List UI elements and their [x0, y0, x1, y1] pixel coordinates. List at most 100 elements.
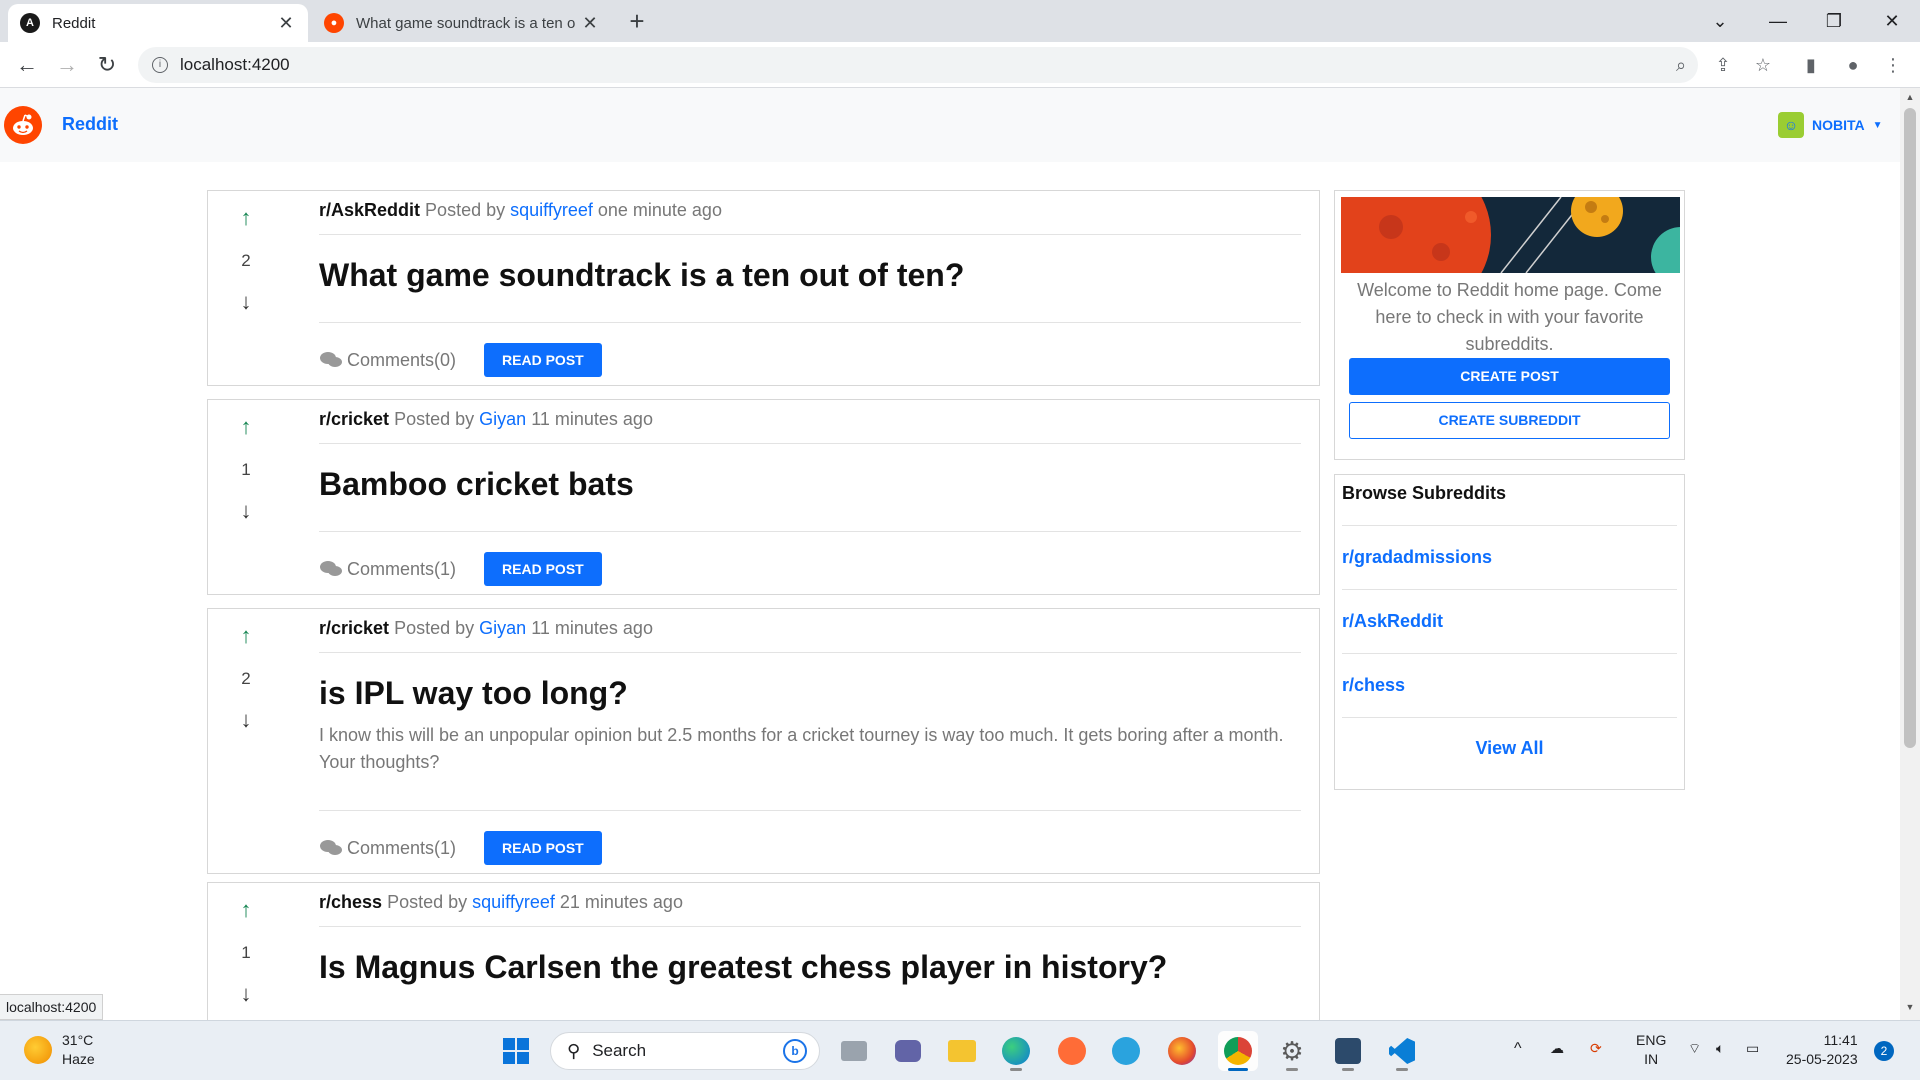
- snipping-tool-icon[interactable]: [1328, 1031, 1368, 1071]
- sync-icon[interactable]: ⟳: [1590, 1039, 1602, 1058]
- telegram-icon[interactable]: [1106, 1031, 1146, 1071]
- notification-badge[interactable]: 2: [1874, 1041, 1894, 1061]
- browse-subreddits-card: Browse Subreddits r/gradadmissions r/Ask…: [1334, 474, 1685, 790]
- close-tab-icon[interactable]: ✕: [580, 13, 600, 34]
- weather-widget[interactable]: 31°C Haze: [24, 1031, 95, 1069]
- post-author[interactable]: squiffyreef: [510, 200, 593, 220]
- scroll-down-icon[interactable]: ▼: [1904, 1002, 1916, 1014]
- back-icon[interactable]: ←: [12, 50, 42, 80]
- reddit-logo-icon[interactable]: [4, 106, 42, 144]
- downvote-icon[interactable]: ↓: [226, 289, 266, 315]
- windows-start-icon[interactable]: [496, 1031, 536, 1071]
- close-window-button[interactable]: ✕: [1864, 0, 1920, 42]
- post-subreddit[interactable]: r/chess: [319, 892, 382, 912]
- forward-icon[interactable]: →: [52, 50, 82, 80]
- task-view-icon[interactable]: [834, 1031, 874, 1071]
- post-footer: Comments(1) READ POST: [319, 810, 1301, 865]
- post-title[interactable]: Bamboo cricket bats: [319, 444, 1301, 503]
- subreddit-link[interactable]: r/gradadmissions: [1342, 525, 1677, 589]
- share-icon[interactable]: ⇪: [1710, 52, 1736, 78]
- posted-by-label: Posted by: [394, 409, 475, 429]
- post-title[interactable]: What game soundtrack is a ten out of ten…: [319, 235, 1301, 294]
- subreddit-link[interactable]: r/chess: [1342, 653, 1677, 717]
- downvote-icon[interactable]: ↓: [226, 498, 266, 524]
- username: NOBITA: [1812, 117, 1865, 133]
- vscode-icon[interactable]: [1382, 1031, 1422, 1071]
- reload-icon[interactable]: ↻: [92, 50, 122, 80]
- zoom-icon[interactable]: ⌕: [1668, 52, 1694, 78]
- post-author[interactable]: Giyan: [479, 618, 526, 638]
- brand-link[interactable]: Reddit: [62, 114, 118, 135]
- downvote-icon[interactable]: ↓: [226, 981, 266, 1007]
- post-time: 21 minutes ago: [559, 892, 683, 912]
- site-info-icon[interactable]: i: [152, 57, 168, 73]
- browser-toolbar: ← → ↻ i localhost:4200 ⌕ ⇪ ☆ ▮ ● ⋮: [0, 42, 1920, 88]
- post-subreddit[interactable]: r/cricket: [319, 409, 389, 429]
- post-time: 11 minutes ago: [531, 618, 653, 638]
- settings-gear-icon[interactable]: ⚙: [1272, 1031, 1312, 1071]
- user-menu[interactable]: ☺ NOBITA ▼: [1778, 112, 1883, 138]
- edge-icon[interactable]: [996, 1031, 1036, 1071]
- new-tab-button[interactable]: +: [623, 8, 651, 36]
- read-post-button[interactable]: READ POST: [484, 343, 602, 377]
- bookmark-star-icon[interactable]: ☆: [1750, 52, 1776, 78]
- battery-icon[interactable]: ▭: [1746, 1039, 1759, 1058]
- clock[interactable]: 11:41 25-05-2023: [1786, 1031, 1858, 1069]
- subreddit-link[interactable]: r/AskReddit: [1342, 589, 1677, 653]
- comments-link[interactable]: Comments(0): [319, 350, 456, 371]
- date: 25-05-2023: [1786, 1051, 1858, 1067]
- posted-by-label: Posted by: [425, 200, 506, 220]
- view-all-link[interactable]: View All: [1342, 717, 1677, 759]
- comments-icon: [320, 840, 342, 855]
- upvote-icon[interactable]: ↑: [226, 897, 266, 925]
- chrome-icon[interactable]: [1218, 1031, 1258, 1071]
- maximize-button[interactable]: ❐: [1806, 0, 1862, 42]
- teams-chat-icon[interactable]: [888, 1031, 928, 1071]
- close-tab-icon[interactable]: ✕: [276, 13, 296, 34]
- tab-search-icon[interactable]: ⌄: [1692, 0, 1748, 42]
- read-post-button[interactable]: READ POST: [484, 831, 602, 865]
- post-title[interactable]: is IPL way too long?: [319, 653, 1301, 712]
- post-footer: Comments(1) READ POST: [319, 531, 1301, 586]
- bing-icon[interactable]: b: [783, 1039, 807, 1063]
- taskbar-search[interactable]: ⚲ Search b: [550, 1032, 820, 1070]
- minimize-button[interactable]: —: [1750, 0, 1806, 42]
- upvote-icon[interactable]: ↑: [226, 623, 266, 651]
- side-panel-icon[interactable]: ▮: [1798, 52, 1824, 78]
- upvote-icon[interactable]: ↑: [226, 205, 266, 233]
- postman-icon[interactable]: [1052, 1031, 1092, 1071]
- post-subreddit[interactable]: r/AskReddit: [319, 200, 420, 220]
- tab-post[interactable]: ● What game soundtrack is a ten o ✕: [312, 4, 612, 42]
- show-hidden-icons[interactable]: ^: [1514, 1039, 1522, 1058]
- profile-icon[interactable]: ●: [1840, 52, 1866, 78]
- create-post-button[interactable]: CREATE POST: [1349, 358, 1670, 395]
- posted-by-label: Posted by: [387, 892, 468, 912]
- comments-count: Comments(0): [347, 349, 457, 370]
- file-explorer-icon[interactable]: [942, 1031, 982, 1071]
- menu-icon[interactable]: ⋮: [1880, 52, 1906, 78]
- avatar: ☺: [1778, 112, 1804, 138]
- post-subreddit[interactable]: r/cricket: [319, 618, 389, 638]
- address-bar[interactable]: i localhost:4200: [138, 47, 1698, 83]
- tab-reddit[interactable]: A Reddit ✕: [8, 4, 308, 42]
- scroll-up-icon[interactable]: ▲: [1904, 92, 1916, 104]
- post-author[interactable]: squiffyreef: [472, 892, 555, 912]
- post-title[interactable]: Is Magnus Carlsen the greatest chess pla…: [319, 927, 1301, 986]
- post-content: r/cricket Posted by Giyan 11 minutes ago…: [319, 408, 1301, 503]
- onedrive-icon[interactable]: ☁: [1550, 1039, 1564, 1058]
- wifi-icon[interactable]: ⌔: [1688, 1039, 1701, 1058]
- windows-taskbar: 31°C Haze ⚲ Search b ⚙ ^ ☁ ⟳ ENG IN ⌔ 🔈︎…: [0, 1020, 1920, 1080]
- create-subreddit-button[interactable]: CREATE SUBREDDIT: [1349, 402, 1670, 439]
- comments-link[interactable]: Comments(1): [319, 838, 456, 859]
- comments-link[interactable]: Comments(1): [319, 559, 456, 580]
- downvote-icon[interactable]: ↓: [226, 707, 266, 733]
- vote-count: 1: [241, 460, 251, 479]
- language-indicator[interactable]: ENG IN: [1636, 1031, 1666, 1069]
- read-post-button[interactable]: READ POST: [484, 552, 602, 586]
- scrollbar-thumb[interactable]: [1904, 108, 1916, 748]
- firefox-icon[interactable]: [1162, 1031, 1202, 1071]
- volume-icon[interactable]: 🔈︎: [1716, 1039, 1724, 1058]
- upvote-icon[interactable]: ↑: [226, 414, 266, 442]
- post-author[interactable]: Giyan: [479, 409, 526, 429]
- page-scrollbar[interactable]: ▲ ▼: [1900, 88, 1920, 1020]
